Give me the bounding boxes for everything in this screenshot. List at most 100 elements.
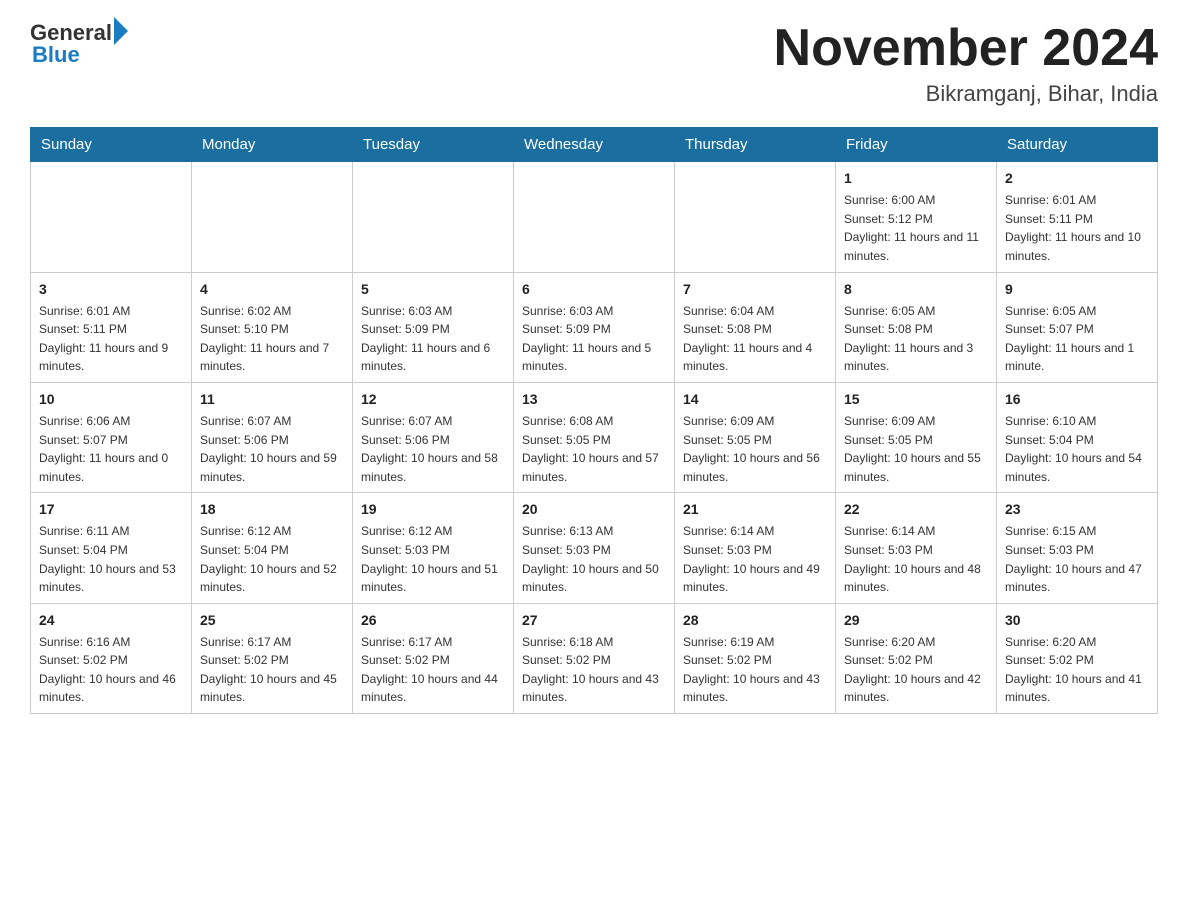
week-row-2: 3Sunrise: 6:01 AMSunset: 5:11 PMDaylight… xyxy=(31,272,1158,382)
day-info: Sunrise: 6:19 AMSunset: 5:02 PMDaylight:… xyxy=(683,633,827,707)
day-info: Sunrise: 6:03 AMSunset: 5:09 PMDaylight:… xyxy=(522,302,666,376)
week-row-1: 1Sunrise: 6:00 AMSunset: 5:12 PMDaylight… xyxy=(31,162,1158,272)
weekday-header-row: SundayMondayTuesdayWednesdayThursdayFrid… xyxy=(31,128,1158,162)
calendar-cell: 24Sunrise: 6:16 AMSunset: 5:02 PMDayligh… xyxy=(31,603,192,713)
day-number: 20 xyxy=(522,499,666,520)
day-info: Sunrise: 6:11 AMSunset: 5:04 PMDaylight:… xyxy=(39,522,183,596)
calendar-cell: 6Sunrise: 6:03 AMSunset: 5:09 PMDaylight… xyxy=(514,272,675,382)
calendar-cell: 12Sunrise: 6:07 AMSunset: 5:06 PMDayligh… xyxy=(353,382,514,492)
day-number: 3 xyxy=(39,279,183,300)
calendar-table: SundayMondayTuesdayWednesdayThursdayFrid… xyxy=(30,127,1158,714)
day-info: Sunrise: 6:12 AMSunset: 5:04 PMDaylight:… xyxy=(200,522,344,596)
logo-arrow-icon xyxy=(114,17,128,45)
logo-blue-text: Blue xyxy=(32,42,80,68)
day-number: 28 xyxy=(683,610,827,631)
day-info: Sunrise: 6:16 AMSunset: 5:02 PMDaylight:… xyxy=(39,633,183,707)
day-number: 6 xyxy=(522,279,666,300)
calendar-cell: 27Sunrise: 6:18 AMSunset: 5:02 PMDayligh… xyxy=(514,603,675,713)
day-info: Sunrise: 6:03 AMSunset: 5:09 PMDaylight:… xyxy=(361,302,505,376)
location-title: Bikramganj, Bihar, India xyxy=(774,81,1158,107)
day-number: 2 xyxy=(1005,168,1149,189)
day-number: 19 xyxy=(361,499,505,520)
calendar-cell: 21Sunrise: 6:14 AMSunset: 5:03 PMDayligh… xyxy=(675,493,836,603)
day-number: 10 xyxy=(39,389,183,410)
day-number: 18 xyxy=(200,499,344,520)
calendar-cell: 26Sunrise: 6:17 AMSunset: 5:02 PMDayligh… xyxy=(353,603,514,713)
day-number: 21 xyxy=(683,499,827,520)
week-row-5: 24Sunrise: 6:16 AMSunset: 5:02 PMDayligh… xyxy=(31,603,1158,713)
calendar-cell: 17Sunrise: 6:11 AMSunset: 5:04 PMDayligh… xyxy=(31,493,192,603)
day-number: 29 xyxy=(844,610,988,631)
calendar-cell: 18Sunrise: 6:12 AMSunset: 5:04 PMDayligh… xyxy=(192,493,353,603)
calendar-cell: 3Sunrise: 6:01 AMSunset: 5:11 PMDaylight… xyxy=(31,272,192,382)
day-info: Sunrise: 6:10 AMSunset: 5:04 PMDaylight:… xyxy=(1005,412,1149,486)
calendar-cell xyxy=(675,162,836,272)
weekday-header-tuesday: Tuesday xyxy=(353,128,514,162)
title-block: November 2024 Bikramganj, Bihar, India xyxy=(774,20,1158,107)
calendar-cell: 23Sunrise: 6:15 AMSunset: 5:03 PMDayligh… xyxy=(997,493,1158,603)
day-info: Sunrise: 6:07 AMSunset: 5:06 PMDaylight:… xyxy=(361,412,505,486)
day-number: 11 xyxy=(200,389,344,410)
day-number: 12 xyxy=(361,389,505,410)
calendar-cell: 29Sunrise: 6:20 AMSunset: 5:02 PMDayligh… xyxy=(836,603,997,713)
calendar-cell: 8Sunrise: 6:05 AMSunset: 5:08 PMDaylight… xyxy=(836,272,997,382)
day-info: Sunrise: 6:15 AMSunset: 5:03 PMDaylight:… xyxy=(1005,522,1149,596)
day-info: Sunrise: 6:20 AMSunset: 5:02 PMDaylight:… xyxy=(844,633,988,707)
calendar-cell: 4Sunrise: 6:02 AMSunset: 5:10 PMDaylight… xyxy=(192,272,353,382)
day-info: Sunrise: 6:14 AMSunset: 5:03 PMDaylight:… xyxy=(683,522,827,596)
day-info: Sunrise: 6:07 AMSunset: 5:06 PMDaylight:… xyxy=(200,412,344,486)
day-number: 5 xyxy=(361,279,505,300)
day-info: Sunrise: 6:09 AMSunset: 5:05 PMDaylight:… xyxy=(844,412,988,486)
day-info: Sunrise: 6:01 AMSunset: 5:11 PMDaylight:… xyxy=(39,302,183,376)
day-info: Sunrise: 6:18 AMSunset: 5:02 PMDaylight:… xyxy=(522,633,666,707)
day-number: 8 xyxy=(844,279,988,300)
calendar-cell: 15Sunrise: 6:09 AMSunset: 5:05 PMDayligh… xyxy=(836,382,997,492)
day-number: 25 xyxy=(200,610,344,631)
calendar-cell: 2Sunrise: 6:01 AMSunset: 5:11 PMDaylight… xyxy=(997,162,1158,272)
day-number: 14 xyxy=(683,389,827,410)
day-number: 23 xyxy=(1005,499,1149,520)
calendar-cell: 13Sunrise: 6:08 AMSunset: 5:05 PMDayligh… xyxy=(514,382,675,492)
day-number: 4 xyxy=(200,279,344,300)
calendar-cell: 19Sunrise: 6:12 AMSunset: 5:03 PMDayligh… xyxy=(353,493,514,603)
calendar-cell: 10Sunrise: 6:06 AMSunset: 5:07 PMDayligh… xyxy=(31,382,192,492)
page-header: General Blue November 2024 Bikramganj, B… xyxy=(30,20,1158,107)
day-info: Sunrise: 6:14 AMSunset: 5:03 PMDaylight:… xyxy=(844,522,988,596)
day-info: Sunrise: 6:13 AMSunset: 5:03 PMDaylight:… xyxy=(522,522,666,596)
calendar-cell: 9Sunrise: 6:05 AMSunset: 5:07 PMDaylight… xyxy=(997,272,1158,382)
weekday-header-friday: Friday xyxy=(836,128,997,162)
day-info: Sunrise: 6:01 AMSunset: 5:11 PMDaylight:… xyxy=(1005,191,1149,265)
weekday-header-monday: Monday xyxy=(192,128,353,162)
week-row-4: 17Sunrise: 6:11 AMSunset: 5:04 PMDayligh… xyxy=(31,493,1158,603)
day-number: 26 xyxy=(361,610,505,631)
day-info: Sunrise: 6:04 AMSunset: 5:08 PMDaylight:… xyxy=(683,302,827,376)
weekday-header-wednesday: Wednesday xyxy=(514,128,675,162)
day-number: 9 xyxy=(1005,279,1149,300)
day-number: 27 xyxy=(522,610,666,631)
calendar-cell xyxy=(192,162,353,272)
day-info: Sunrise: 6:12 AMSunset: 5:03 PMDaylight:… xyxy=(361,522,505,596)
day-info: Sunrise: 6:05 AMSunset: 5:08 PMDaylight:… xyxy=(844,302,988,376)
calendar-cell: 25Sunrise: 6:17 AMSunset: 5:02 PMDayligh… xyxy=(192,603,353,713)
calendar-cell: 5Sunrise: 6:03 AMSunset: 5:09 PMDaylight… xyxy=(353,272,514,382)
calendar-cell xyxy=(31,162,192,272)
calendar-cell: 7Sunrise: 6:04 AMSunset: 5:08 PMDaylight… xyxy=(675,272,836,382)
calendar-cell: 20Sunrise: 6:13 AMSunset: 5:03 PMDayligh… xyxy=(514,493,675,603)
day-number: 30 xyxy=(1005,610,1149,631)
day-number: 13 xyxy=(522,389,666,410)
day-number: 17 xyxy=(39,499,183,520)
day-info: Sunrise: 6:20 AMSunset: 5:02 PMDaylight:… xyxy=(1005,633,1149,707)
weekday-header-thursday: Thursday xyxy=(675,128,836,162)
day-number: 7 xyxy=(683,279,827,300)
calendar-cell: 1Sunrise: 6:00 AMSunset: 5:12 PMDaylight… xyxy=(836,162,997,272)
day-info: Sunrise: 6:17 AMSunset: 5:02 PMDaylight:… xyxy=(200,633,344,707)
day-number: 22 xyxy=(844,499,988,520)
day-info: Sunrise: 6:05 AMSunset: 5:07 PMDaylight:… xyxy=(1005,302,1149,376)
day-info: Sunrise: 6:00 AMSunset: 5:12 PMDaylight:… xyxy=(844,191,988,265)
day-info: Sunrise: 6:06 AMSunset: 5:07 PMDaylight:… xyxy=(39,412,183,486)
calendar-cell: 28Sunrise: 6:19 AMSunset: 5:02 PMDayligh… xyxy=(675,603,836,713)
day-number: 15 xyxy=(844,389,988,410)
calendar-cell: 11Sunrise: 6:07 AMSunset: 5:06 PMDayligh… xyxy=(192,382,353,492)
day-number: 16 xyxy=(1005,389,1149,410)
day-number: 24 xyxy=(39,610,183,631)
